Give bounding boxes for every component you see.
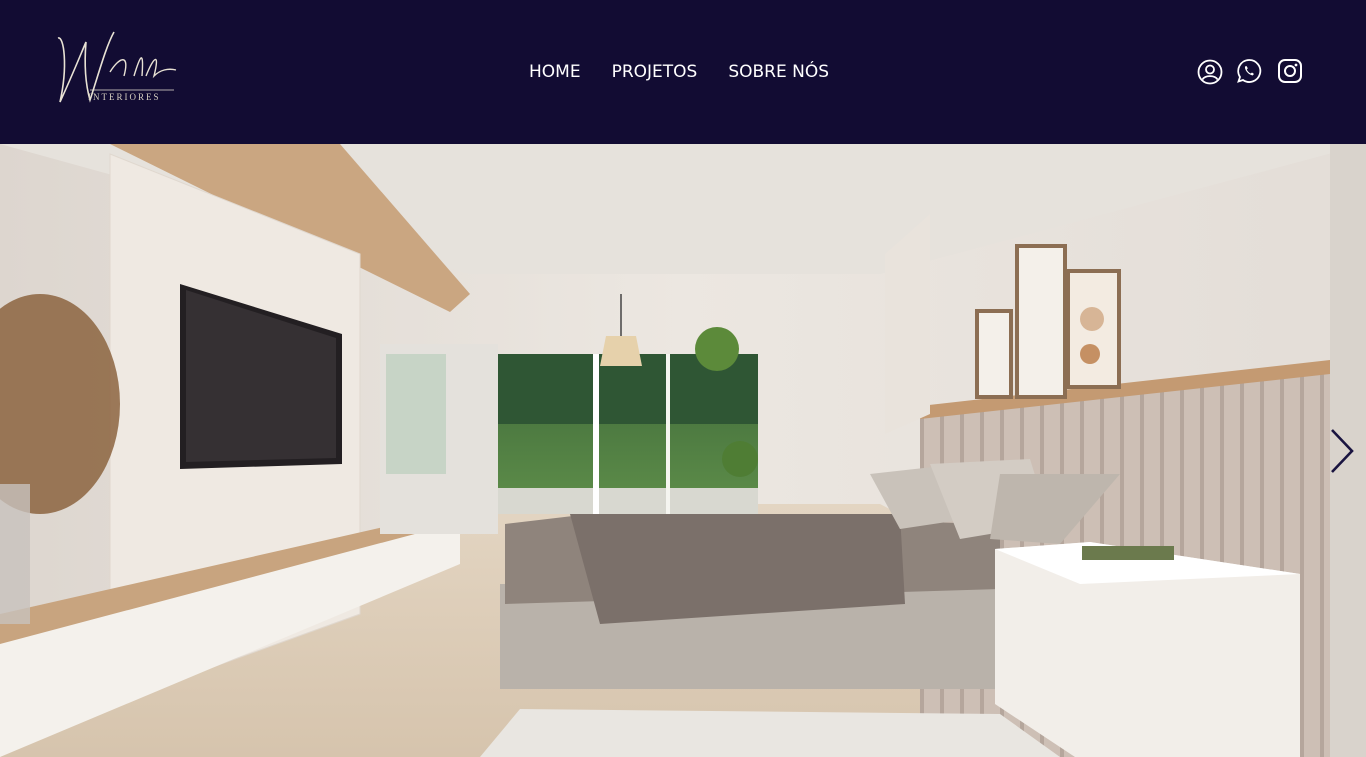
instagram-icon[interactable] xyxy=(1277,58,1303,84)
brand-logo[interactable]: INTERIORES xyxy=(46,26,178,108)
nav-projetos[interactable]: PROJETOS xyxy=(612,61,698,83)
hero-image xyxy=(0,144,1366,757)
site-header: INTERIORES HOME PROJETOS SOBRE NÓS xyxy=(0,0,1366,144)
logo-subtitle: INTERIORES xyxy=(88,92,161,102)
chevron-right-icon xyxy=(1331,429,1354,473)
user-icon[interactable] xyxy=(1197,59,1223,85)
whatsapp-icon[interactable] xyxy=(1236,58,1262,84)
main-nav: HOME PROJETOS SOBRE NÓS xyxy=(529,61,829,83)
nav-home[interactable]: HOME xyxy=(529,61,581,83)
hero-carousel xyxy=(0,144,1366,757)
carousel-next-button[interactable] xyxy=(1328,428,1356,474)
nav-sobre-nos[interactable]: SOBRE NÓS xyxy=(728,61,829,83)
